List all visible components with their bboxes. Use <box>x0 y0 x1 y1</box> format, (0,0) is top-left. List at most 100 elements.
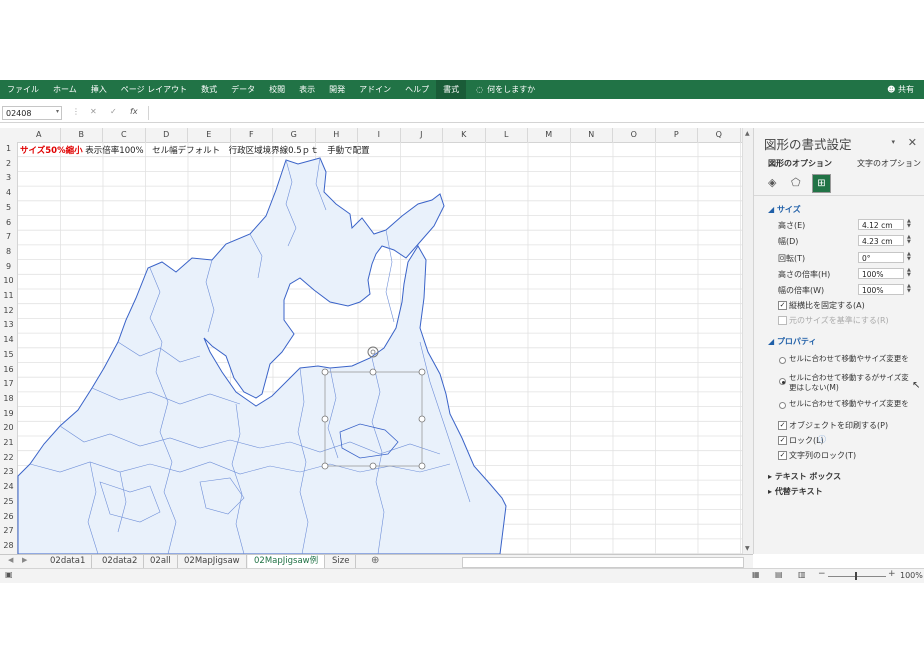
print-object-checkbox[interactable]: ✓ <box>778 421 787 430</box>
ribbon-tab[interactable]: ファイル <box>0 80 46 99</box>
radio-move-size[interactable] <box>779 357 786 364</box>
format-shape-pane: 図形の書式設定 ▾ ✕ 図形のオプション 文字のオプション ◈ ⬠ ⊞ ◢ サイ… <box>753 128 924 554</box>
macro-record-icon[interactable]: ▣ <box>5 570 13 579</box>
effects-icon[interactable]: ⬠ <box>791 176 801 189</box>
rotation-spinner[interactable]: ▲ ▼ <box>907 252 911 262</box>
ribbon-tab[interactable]: 数式 <box>194 80 224 99</box>
name-box[interactable]: 02408 <box>2 106 62 120</box>
height-spinner[interactable]: ▲ ▼ <box>907 219 911 229</box>
ribbon-tab[interactable]: アドイン <box>352 80 398 99</box>
ribbon-tab[interactable]: ページ レイアウト <box>114 80 194 99</box>
column-header[interactable]: H <box>316 128 358 142</box>
enter-icon[interactable]: ✓ <box>110 107 117 116</box>
scale-width-spinner[interactable]: ▲ ▼ <box>907 284 911 294</box>
column-header[interactable]: Q <box>698 128 741 142</box>
column-header[interactable]: N <box>571 128 613 142</box>
column-header[interactable]: F <box>231 128 273 142</box>
page-layout-icon[interactable]: ▤ <box>775 570 783 579</box>
ribbon-tab[interactable]: 校閲 <box>262 80 292 99</box>
column-header[interactable]: I <box>358 128 401 142</box>
column-header[interactable]: J <box>401 128 443 142</box>
sheet-tab[interactable]: 02MapJigsaw <box>178 555 247 568</box>
sheet-prev-icon[interactable]: ◀ <box>8 556 13 564</box>
scale-height-input[interactable]: 100% <box>858 268 904 279</box>
radio-no-move-size[interactable] <box>779 402 786 409</box>
locked-checkbox[interactable]: ✓ <box>778 436 787 445</box>
sheet-tab[interactable]: 02all <box>144 555 178 568</box>
normal-view-icon[interactable]: ▦ <box>752 570 760 579</box>
ribbon-tab[interactable]: 開発 <box>322 80 352 99</box>
properties-section-label: プロパティ <box>776 337 817 346</box>
column-header[interactable]: G <box>273 128 316 142</box>
share-label: 共有 <box>898 85 914 94</box>
column-header[interactable]: K <box>443 128 486 142</box>
relative-original-checkbox[interactable] <box>778 316 787 325</box>
cancel-icon[interactable]: ✕ <box>90 107 97 116</box>
zoom-out-button[interactable]: − <box>818 569 826 579</box>
alt-text-section-header[interactable]: ▸ 代替テキスト <box>768 486 823 497</box>
scale-height-spinner[interactable]: ▲ ▼ <box>907 268 911 278</box>
scroll-down-icon[interactable]: ▼ <box>745 545 750 552</box>
share-button[interactable]: ☻ 共有 <box>887 80 914 99</box>
lock-aspect-checkbox[interactable]: ✓ <box>778 301 787 310</box>
pane-options-icon[interactable]: ▾ <box>891 138 895 146</box>
ribbon-tab[interactable]: ヘルプ <box>398 80 436 99</box>
textbox-section-header[interactable]: ▸ テキスト ボックス <box>768 471 841 482</box>
scroll-up-icon[interactable]: ▲ <box>745 130 750 137</box>
aomori-map[interactable] <box>0 142 742 554</box>
size-properties-icon[interactable]: ⊞ <box>812 174 831 193</box>
page-break-icon[interactable]: ▥ <box>798 570 806 579</box>
width-spinner[interactable]: ▲ ▼ <box>907 235 911 245</box>
ribbon-tab[interactable]: データ <box>224 80 262 99</box>
name-box-dropdown-icon[interactable]: ▾ <box>56 108 59 115</box>
zoom-slider-thumb[interactable] <box>855 572 857 580</box>
scale-width-input[interactable]: 100% <box>858 284 904 295</box>
sheet-next-icon[interactable]: ▶ <box>22 556 27 564</box>
column-header[interactable]: A <box>18 128 61 142</box>
add-sheet-icon[interactable]: ⊕ <box>371 555 379 566</box>
tell-me-search[interactable]: ◌ 何をしますか <box>476 84 535 95</box>
radio-move-no-size-label: セルに合わせて移動するがサイズ変更はしない(M) <box>789 373 909 392</box>
height-input[interactable]: 4.12 cm <box>858 219 904 230</box>
size-section-header[interactable]: ◢ サイズ <box>768 204 801 215</box>
close-icon[interactable]: ✕ <box>908 136 917 149</box>
info-icon: ⓘ <box>818 435 826 444</box>
column-header[interactable]: P <box>656 128 698 142</box>
zoom-level[interactable]: 100% <box>900 571 923 580</box>
tab-shape-options[interactable]: 図形のオプション <box>768 158 832 169</box>
insert-function-icon[interactable]: fx <box>130 107 138 116</box>
status-bar: ▣ ▦ ▤ ▥ − + 100% <box>0 568 924 583</box>
mouse-cursor-icon: ↖ <box>912 380 921 391</box>
column-header[interactable]: L <box>486 128 528 142</box>
sheet-tab[interactable]: Size <box>326 555 357 568</box>
ribbon-tab[interactable]: 表示 <box>292 80 322 99</box>
column-header[interactable]: M <box>528 128 571 142</box>
horizontal-scrollbar[interactable] <box>462 557 744 568</box>
sheet-tab[interactable]: 02data1 <box>44 555 93 568</box>
ribbon-tab[interactable]: ホーム <box>46 80 84 99</box>
column-header[interactable]: D <box>146 128 188 142</box>
lock-text-checkbox[interactable]: ✓ <box>778 451 787 460</box>
rotation-input[interactable]: 0° <box>858 252 904 263</box>
column-header[interactable]: B <box>61 128 103 142</box>
divider <box>754 195 924 196</box>
tab-text-options[interactable]: 文字のオプション <box>857 158 921 169</box>
fill-line-icon[interactable]: ◈ <box>768 176 776 189</box>
zoom-in-button[interactable]: + <box>888 569 896 579</box>
sheet-tab[interactable]: 02data2 <box>96 555 145 568</box>
sheet-tab-bar: ◀ ▶ 02data1 02data2 02all 02MapJigsaw 02MapJ… <box>0 554 753 570</box>
properties-section-header[interactable]: ◢ プロパティ <box>768 336 816 347</box>
column-header[interactable]: E <box>188 128 231 142</box>
ribbon-tab[interactable]: 挿入 <box>84 80 114 99</box>
cell-a1[interactable]: サイズ50%縮小 表示倍率100% セル幅デフォルト 行政区域境界線0.5ｐｔ … <box>20 144 370 156</box>
radio-move-no-size[interactable] <box>779 378 786 385</box>
width-input[interactable]: 4.23 cm <box>858 235 904 246</box>
cell-a1-text: 表示倍率100% セル幅デフォルト 行政区域境界線0.5ｐｔ 手動で配置 <box>85 146 370 156</box>
formula-input[interactable] <box>148 106 923 120</box>
relative-original-label: 元のサイズを基準にする(R) <box>789 316 889 325</box>
ribbon-tab-bar: ファイル ホーム 挿入 ページ レイアウト 数式 データ 校閲 表示 開発 アドイン ヘルプ 書式 ◌ 何… <box>0 80 924 99</box>
column-header[interactable]: O <box>613 128 656 142</box>
ribbon-tab[interactable]: 書式 <box>436 80 467 99</box>
zoom-slider[interactable] <box>828 576 886 577</box>
column-header[interactable]: C <box>103 128 146 142</box>
